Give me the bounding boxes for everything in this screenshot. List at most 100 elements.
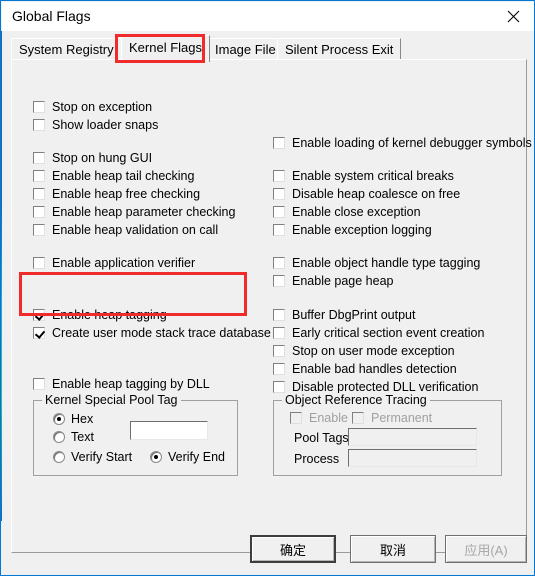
checkbox-box — [273, 308, 285, 321]
checkbox-label: Show loader snaps — [52, 117, 159, 132]
checkbox-enable-object-handle-type-tagging[interactable]: Enable object handle type tagging — [273, 255, 480, 270]
checkbox-box — [273, 256, 285, 269]
checkbox-label: Enable heap validation on call — [52, 222, 219, 237]
checkbox-enable-application-verifier[interactable]: Enable application verifier — [33, 255, 195, 270]
tab-strip: System Registry Kernel Flags Image File … — [11, 35, 527, 62]
group-title: Kernel Special Pool Tag — [42, 393, 181, 407]
checkbox-label: Enable heap tagging by DLL — [52, 376, 210, 391]
tab-image-file[interactable]: Image File — [207, 38, 284, 60]
cancel-button[interactable]: 取消 — [350, 535, 436, 563]
pool-tags-input[interactable] — [348, 428, 477, 446]
radio-label: Verify Start — [71, 449, 133, 464]
radio-hex[interactable]: Hex — [53, 411, 93, 426]
tab-silent-process-exit[interactable]: Silent Process Exit — [277, 38, 402, 60]
checkbox-label: Early critical section event creation — [292, 325, 485, 340]
checkbox-label: Create user mode stack trace database — [52, 325, 271, 340]
checkbox-enable-heap-tail-checking[interactable]: Enable heap tail checking — [33, 168, 194, 183]
checkbox-enable-bad-handles-detection[interactable]: Enable bad handles detection — [273, 361, 457, 376]
checkbox-box — [273, 326, 285, 339]
checkbox-label: Enable object handle type tagging — [292, 255, 481, 270]
checkbox-box — [33, 169, 45, 182]
checkbox-enable-page-heap[interactable]: Enable page heap — [273, 273, 393, 288]
checkbox-box — [33, 187, 45, 200]
checkbox-stop-on-hung-gui[interactable]: Stop on hung GUI — [33, 150, 152, 165]
checkbox-show-loader-snaps[interactable]: Show loader snaps — [33, 117, 158, 132]
tab-system-registry[interactable]: System Registry — [11, 38, 122, 60]
checkbox-label: Enable heap tail checking — [52, 168, 195, 183]
checkbox-enable-heap-free-checking[interactable]: Enable heap free checking — [33, 186, 200, 201]
checkbox-label: Enable bad handles detection — [292, 361, 457, 376]
checkbox-stop-on-user-mode-exception[interactable]: Stop on user mode exception — [273, 343, 455, 358]
checkbox-stop-on-exception[interactable]: Stop on exception — [33, 99, 152, 114]
checkbox-disable-protected-dll-verification[interactable]: Disable protected DLL verification — [273, 379, 478, 394]
pool-tag-input[interactable] — [130, 421, 208, 440]
checkbox-label: Enable heap parameter checking — [52, 204, 236, 219]
checkbox-enable-exception-logging[interactable]: Enable exception logging — [273, 222, 432, 237]
checkbox-enable-heap-validation-on-call[interactable]: Enable heap validation on call — [33, 222, 218, 237]
checkbox-label: Enable close exception — [292, 204, 421, 219]
ok-button[interactable]: 确定 — [250, 535, 336, 563]
checkbox-box — [33, 205, 45, 218]
close-icon[interactable] — [491, 2, 534, 31]
kernel-special-pool-tag-group: Kernel Special Pool Tag Hex Text Verify … — [33, 393, 238, 476]
radio-text[interactable]: Text — [53, 429, 94, 444]
checkbox-enable-loading-of-kernel-debugger-symbols[interactable]: Enable loading of kernel debugger symbol… — [273, 135, 532, 150]
checkbox-box — [33, 100, 45, 113]
checkbox-box — [273, 344, 285, 357]
checkbox-box — [273, 205, 285, 218]
checkbox-box — [273, 274, 285, 287]
checkbox-label: Enable application verifier — [52, 255, 196, 270]
checkbox-create-user-mode-stack-trace-database[interactable]: Create user mode stack trace database — [33, 325, 271, 340]
checkbox-box — [273, 136, 285, 149]
radio-circle — [53, 450, 65, 463]
checkbox-label: Enable system critical breaks — [292, 168, 454, 183]
checkbox-label: Enable heap tagging — [52, 307, 167, 322]
checkbox-box — [33, 377, 45, 390]
checkbox-box — [273, 380, 285, 393]
dialog-body: System Registry Kernel Flags Image File … — [2, 31, 534, 575]
radio-label: Verify End — [168, 449, 225, 464]
radio-circle — [150, 450, 162, 463]
checkbox-box — [33, 326, 45, 339]
checkbox-label: Enable exception logging — [292, 222, 432, 237]
checkbox-object-tracing-enable[interactable]: Enable — [290, 410, 348, 425]
title-bar: Global Flags — [2, 2, 534, 31]
kernel-flags-panel: Stop on exception Show loader snaps Stop… — [11, 59, 532, 553]
checkbox-object-tracing-permanent[interactable]: Permanent — [352, 410, 432, 425]
checkbox-enable-heap-parameter-checking[interactable]: Enable heap parameter checking — [33, 204, 235, 219]
checkbox-box — [273, 187, 285, 200]
page-title: Global Flags — [12, 8, 91, 24]
checkbox-box — [290, 411, 302, 424]
checkbox-box — [33, 118, 45, 131]
checkbox-label: Enable loading of kernel debugger symbol… — [292, 135, 532, 150]
checkbox-early-critical-section-event-creation[interactable]: Early critical section event creation — [273, 325, 484, 340]
radio-circle — [53, 412, 65, 425]
checkbox-label: Stop on user mode exception — [292, 343, 455, 358]
checkbox-buffer-dbgprint-output[interactable]: Buffer DbgPrint output — [273, 307, 415, 322]
checkbox-enable-heap-tagging-by-dll[interactable]: Enable heap tagging by DLL — [33, 376, 210, 391]
checkbox-label: Disable protected DLL verification — [292, 379, 479, 394]
global-flags-window: Global Flags System Registry Kernel Flag… — [0, 0, 535, 576]
checkbox-box — [273, 362, 285, 375]
checkbox-enable-system-critical-breaks[interactable]: Enable system critical breaks — [273, 168, 454, 183]
tab-kernel-flags[interactable]: Kernel Flags — [121, 35, 210, 62]
radio-label: Hex — [71, 411, 94, 426]
checkbox-box — [273, 169, 285, 182]
radio-verify-end[interactable]: Verify End — [150, 449, 225, 464]
checkbox-enable-close-exception[interactable]: Enable close exception — [273, 204, 421, 219]
checkbox-label: Stop on exception — [52, 99, 153, 114]
checkbox-label: Permanent — [371, 410, 433, 425]
pool-tags-label: Pool Tags — [294, 431, 349, 445]
object-reference-tracing-group: Object Reference Tracing Enable Permanen… — [273, 393, 502, 476]
checkbox-box — [33, 223, 45, 236]
process-input[interactable] — [348, 449, 477, 467]
apply-button[interactable]: 应用(A) — [445, 535, 527, 563]
checkbox-label: Enable page heap — [292, 273, 394, 288]
checkbox-label: Enable heap free checking — [52, 186, 201, 201]
checkbox-label: Stop on hung GUI — [52, 150, 153, 165]
checkbox-box — [33, 151, 45, 164]
checkbox-disable-heap-coalesce-on-free[interactable]: Disable heap coalesce on free — [273, 186, 460, 201]
checkbox-box — [273, 223, 285, 236]
checkbox-enable-heap-tagging[interactable]: Enable heap tagging — [33, 307, 167, 322]
radio-verify-start[interactable]: Verify Start — [53, 449, 132, 464]
